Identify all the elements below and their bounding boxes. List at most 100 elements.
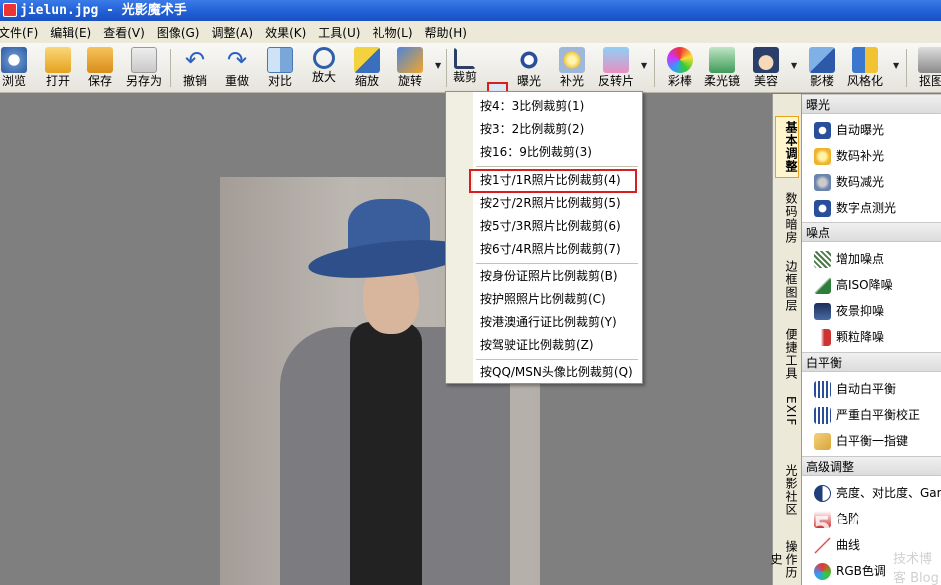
menu-separator	[476, 263, 638, 264]
menu-edit[interactable]: 编辑(E)	[44, 24, 97, 41]
tab-borders-layers[interactable]: 边框图层	[776, 260, 798, 312]
wb-one-click-item[interactable]: 白平衡一指键	[814, 430, 908, 452]
reverse-film-dropdown-arrow[interactable]: ▼	[641, 61, 649, 70]
tab-digital-darkroom[interactable]: 数码暗房	[776, 192, 798, 244]
menu-effects[interactable]: 效果(K)	[259, 24, 312, 41]
digital-reduce-item[interactable]: 数码减光	[814, 171, 884, 193]
crop-6inch-item[interactable]: 按6寸/4R照片比例裁剪(7)	[480, 239, 621, 259]
tab-exif[interactable]: EXIF	[776, 396, 798, 426]
crop-button[interactable]: 裁剪	[443, 45, 487, 91]
save-button[interactable]: 保存	[78, 45, 122, 91]
menu-tools[interactable]: 工具(U)	[312, 24, 366, 41]
lomo-button[interactable]: 彩棒	[658, 45, 702, 91]
crop-5inch-item[interactable]: 按5寸/3R照片比例裁剪(6)	[480, 216, 621, 236]
open-button[interactable]: 打开	[36, 45, 80, 91]
crop-icon	[454, 47, 476, 69]
denoise-icon	[814, 277, 831, 294]
histogram-icon	[814, 381, 831, 398]
resize-icon	[354, 47, 380, 73]
menu-separator	[476, 359, 638, 360]
crop-4-3-item[interactable]: 按4：3比例裁剪(1)	[480, 96, 584, 116]
high-iso-denoise-item[interactable]: 高ISO降噪	[814, 274, 893, 296]
crop-ratio-menu: 按4：3比例裁剪(1) 按3：2比例裁剪(2) 按16：9比例裁剪(3) 按1寸…	[445, 91, 643, 384]
menu-image[interactable]: 图像(G)	[151, 24, 206, 41]
section-advanced[interactable]: 高级调整	[802, 456, 941, 476]
brightness-contrast-item[interactable]: 亮度、对比度、Gamma	[814, 482, 941, 504]
stylize-dropdown-arrow[interactable]: ▼	[893, 61, 901, 70]
crop-3-2-item[interactable]: 按3：2比例裁剪(2)	[480, 119, 584, 139]
menu-view[interactable]: 查看(V)	[97, 24, 151, 41]
menu-gifts[interactable]: 礼物(L)	[366, 24, 418, 41]
stylize-button[interactable]: 风格化	[843, 45, 887, 91]
menu-bar: 文件(F) 编辑(E) 查看(V) 图像(G) 调整(A) 效果(K) 工具(U…	[0, 21, 941, 43]
section-white-balance[interactable]: 白平衡	[802, 352, 941, 372]
crop-qq-avatar-item[interactable]: 按QQ/MSN头像比例裁剪(Q)	[480, 362, 633, 382]
cutout-icon	[918, 47, 941, 73]
digital-fill-item[interactable]: 数码补光	[814, 145, 884, 167]
tab-history[interactable]: 操作历史	[769, 534, 798, 585]
crop-driver-license-item[interactable]: 按驾驶证比例裁剪(Z)	[480, 335, 594, 355]
tab-community[interactable]: 光影社区	[776, 464, 798, 516]
soft-lens-button[interactable]: 柔光镜	[700, 45, 744, 91]
beauty-dropdown-arrow[interactable]: ▼	[791, 61, 799, 70]
save-icon	[87, 47, 113, 73]
crop-16-9-item[interactable]: 按16：9比例裁剪(3)	[480, 142, 592, 162]
tab-quick-tools[interactable]: 便捷工具	[776, 328, 798, 380]
stylize-icon	[852, 47, 878, 73]
menu-adjust[interactable]: 调整(A)	[205, 24, 259, 41]
lightbulb-icon	[814, 148, 831, 165]
resize-button[interactable]: 缩放	[345, 45, 389, 91]
rgb-tone-item[interactable]: RGB色调	[814, 560, 886, 582]
redo-icon: ↷	[226, 46, 248, 74]
crop-id-card-item[interactable]: 按身份证照片比例裁剪(B)	[480, 266, 618, 286]
fill-light-button[interactable]: 补光	[550, 45, 594, 91]
browse-button[interactable]: 浏览	[0, 45, 36, 91]
toolbar-separator	[906, 49, 907, 87]
exposure-button[interactable]: 曝光	[507, 45, 551, 91]
undo-icon: ↶	[184, 46, 206, 74]
compare-button[interactable]: 对比	[258, 45, 302, 91]
grain-denoise-item[interactable]: 颗粒降噪	[814, 326, 884, 348]
crop-hk-macau-item[interactable]: 按港澳通行证比例裁剪(Y)	[480, 312, 617, 332]
menu-separator	[476, 166, 638, 167]
severe-wb-correction-item[interactable]: 严重白平衡校正	[814, 404, 920, 426]
window-title: jielun.jpg - 光影魔术手	[20, 3, 187, 18]
save-as-button[interactable]: 另存为	[122, 45, 166, 91]
compare-icon	[267, 47, 293, 73]
cutout-button[interactable]: 抠图	[909, 45, 941, 91]
rotate-dropdown-arrow[interactable]: ▼	[435, 61, 443, 70]
redo-button[interactable]: ↷ 重做	[215, 45, 259, 91]
rgb-icon	[814, 563, 831, 580]
beauty-button[interactable]: 美容	[744, 45, 788, 91]
reverse-film-button[interactable]: 反转片	[594, 45, 638, 91]
section-exposure[interactable]: 曝光	[802, 94, 941, 114]
tab-basic-adjust[interactable]: 基本调整	[775, 116, 799, 178]
rotate-button[interactable]: 旋转	[388, 45, 432, 91]
add-noise-item[interactable]: 增加噪点	[814, 248, 884, 270]
contrast-icon	[814, 485, 831, 502]
menu-file[interactable]: 文件(F)	[0, 24, 44, 41]
color-wheel-icon	[667, 47, 693, 73]
menu-help[interactable]: 帮助(H)	[419, 24, 473, 41]
night-icon	[814, 303, 831, 320]
zoom-in-button[interactable]: 放大	[302, 45, 346, 91]
crop-passport-item[interactable]: 按护照照片比例裁剪(C)	[480, 289, 606, 309]
undo-button[interactable]: ↶ 撤销	[173, 45, 217, 91]
toolbar-separator	[170, 49, 171, 87]
side-tabs: 基本调整 数码暗房 边框图层 便捷工具 EXIF 光影社区 操作历史	[769, 94, 801, 585]
histogram-icon	[814, 407, 831, 424]
spot-metering-item[interactable]: 数字点测光	[814, 197, 896, 219]
crop-2inch-item[interactable]: 按2寸/2R照片比例裁剪(5)	[480, 193, 621, 213]
auto-exposure-item[interactable]: 自动曝光	[814, 119, 884, 141]
eye-icon	[1, 47, 27, 73]
section-noise[interactable]: 噪点	[802, 222, 941, 242]
rotate-icon	[397, 47, 423, 73]
night-denoise-item[interactable]: 夜景抑噪	[814, 300, 884, 322]
dim-icon	[814, 174, 831, 191]
main-toolbar: 浏览 打开 保存 另存为 ↶ 撤销 ↷ 重做 对比 放大 缩放 旋转 ▼ 裁剪	[0, 43, 941, 133]
landscape-icon	[709, 47, 735, 73]
image-canvas[interactable]	[0, 94, 772, 585]
toolbar-separator	[654, 49, 655, 87]
auto-white-balance-item[interactable]: 自动白平衡	[814, 378, 896, 400]
studio-button[interactable]: 影楼	[800, 45, 844, 91]
